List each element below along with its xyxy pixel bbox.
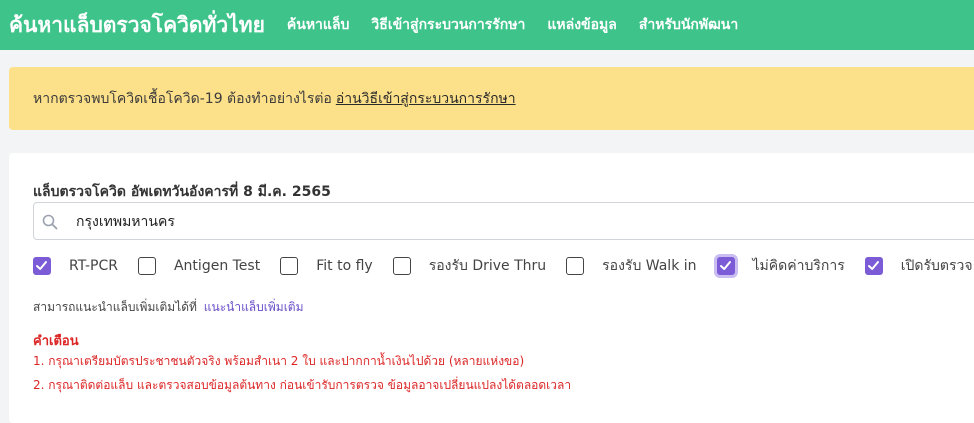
suggest-lab-link[interactable]: แนะนำแล็บเพิ่มเติม [204,300,304,314]
check-icon [867,261,879,270]
warning-line: 1. กรุณาเตรียมบัตรประชาชนตัวจริง พร้อมสำ… [33,354,525,368]
filter-label: RT-PCR [69,258,118,274]
search-card: แล็บตรวจโควิด อัพเดทวันอังคารที่ 8 มี.ค.… [9,153,974,423]
filter-label: เปิดรับตรวจ [900,258,973,274]
nav-link-find-lab[interactable]: ค้นหาแล็บ [287,14,350,36]
filter-free-of-charge[interactable]: ไม่คิดค่าบริการ [716,255,845,277]
alert-link-treatment[interactable]: อ่านวิธีเข้าสู่กระบวนการรักษา [336,88,516,110]
filter-rt-pcr[interactable]: RT-PCR [33,257,118,275]
filter-antigen-test[interactable]: Antigen Test [137,257,261,275]
lab-heading: แล็บตรวจโควิด อัพเดทวันอังคารที่ 8 มี.ค.… [33,184,331,200]
warning-title: คำเตือน [33,334,79,349]
search-icon [42,214,58,230]
info-alert: หากตรวจพบโควิดเชื้อโควิด-19 ต้องทำอย่างไ… [9,67,974,130]
filter-label: รองรับ Drive Thru [428,258,547,274]
filter-row: RT-PCR Antigen Test Fit to fly รองรับ Dr… [33,255,974,277]
check-icon [36,261,47,270]
warning-line: 2. กรุณาติดต่อแล็บ และตรวจสอบข้อมูลต้นทา… [33,378,572,392]
check-icon [719,261,731,270]
suggest-row: สามารถแนะนำแล็บเพิ่มเติมได้ที่ แนะนำแล็บ… [33,298,304,317]
filter-open-now[interactable]: เปิดรับตรวจ [864,255,973,277]
checkbox-rt-pcr[interactable] [33,257,51,275]
site-brand[interactable]: ค้นหาแล็บตรวจโควิดทั่วไทย [9,9,265,42]
nav-link-sources[interactable]: แหล่งข้อมูล [547,14,616,36]
nav-link-developers[interactable]: สำหรับนักพัฒนา [639,14,738,36]
filter-label: รองรับ Walk in [602,258,697,274]
checkbox-drive-thru[interactable] [392,257,411,275]
alert-text: หากตรวจพบโควิดเชื้อโควิด-19 ต้องทำอย่างไ… [33,90,332,107]
filter-label: Fit to fly [316,258,373,274]
checkbox-walk-in[interactable] [566,257,585,275]
search-box[interactable] [33,202,974,240]
nav-link-treatment[interactable]: วิธีเข้าสู่กระบวนการรักษา [371,14,525,36]
filter-drive-thru[interactable]: รองรับ Drive Thru [392,255,547,277]
top-navbar: ค้นหาแล็บตรวจโควิดทั่วไทย ค้นหาแล็บ วิธี… [0,0,974,50]
checkbox-antigen-test[interactable] [137,257,156,275]
filter-fit-to-fly[interactable]: Fit to fly [280,257,373,275]
checkbox-open-now[interactable] [864,257,883,275]
search-input[interactable] [74,211,878,233]
checkbox-free-of-charge[interactable] [716,257,735,275]
filter-walk-in[interactable]: รองรับ Walk in [566,255,697,277]
filter-label: Antigen Test [173,258,261,274]
suggest-text: สามารถแนะนำแล็บเพิ่มเติมได้ที่ [33,300,197,314]
checkbox-fit-to-fly[interactable] [280,257,299,275]
filter-label: ไม่คิดค่าบริการ [752,258,845,274]
